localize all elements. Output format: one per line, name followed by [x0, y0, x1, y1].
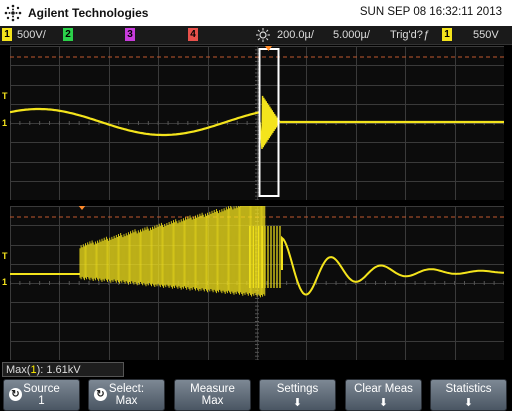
channel-2-indicator[interactable]: 2	[63, 28, 73, 41]
clear-meas-softkey[interactable]: Clear Meas ⬇	[345, 379, 422, 411]
trigger-slope-icon: ƒ	[423, 29, 430, 41]
sun-icon	[256, 28, 270, 42]
statistics-softkey[interactable]: Statistics ⬇	[430, 379, 507, 411]
trigger-level: 550V	[473, 29, 499, 41]
ground-marker-ch1[interactable]: 1	[2, 118, 7, 128]
down-arrow-icon: ⬇	[463, 397, 474, 409]
measurement-readout: Max(1): 1.61kV	[2, 362, 124, 377]
ch1-zoom-ringdown	[281, 235, 504, 296]
measure-label: Measure	[190, 383, 235, 395]
softkey-bar: ↻ Source 1 ↻ Select: Max Measure Max Set…	[0, 379, 512, 411]
header-bar: Agilent Technologies SUN SEP 08 16:32:11…	[0, 0, 512, 26]
trigger-source-indicator: 1	[442, 28, 452, 41]
down-arrow-icon: ⬇	[292, 397, 303, 409]
measure-value: Max	[201, 395, 224, 407]
status-bar: 1 500V/ 2 3 4 200.0µ/ 5.000µ/ Trig'd? ƒ …	[0, 26, 512, 45]
channel-3-indicator[interactable]: 3	[125, 28, 135, 41]
settings-label: Settings	[276, 383, 319, 395]
ch1-waveform	[10, 107, 261, 137]
rotary-knob-icon: ↻	[9, 388, 22, 401]
statistics-label: Statistics	[445, 383, 492, 395]
delay-value: 5.000µ/	[333, 29, 370, 41]
measure-max-softkey[interactable]: Measure Max	[174, 379, 251, 411]
trigger-status: Trig'd?	[390, 29, 423, 41]
main-waveform-pane[interactable]	[10, 46, 504, 200]
clear-meas-label: Clear Meas	[354, 383, 413, 395]
trigger-level-marker[interactable]: T	[2, 91, 8, 101]
agilent-logo-icon	[4, 4, 22, 22]
timebase-scale: 200.0µ/	[277, 29, 314, 41]
ground-marker-ch1-zoom[interactable]: 1	[2, 277, 7, 287]
source-softkey[interactable]: ↻ Source 1	[3, 379, 80, 411]
date-time: SUN SEP 08 16:32:11 2013	[359, 6, 502, 18]
brand-name: Agilent Technologies	[28, 6, 149, 20]
down-arrow-icon: ⬇	[378, 397, 389, 409]
readout-value: ): 1.61kV	[36, 364, 81, 376]
channel-1-indicator[interactable]: 1	[2, 28, 12, 41]
zoom-waveform-pane[interactable]	[10, 206, 504, 360]
channel-1-scale: 500V/	[17, 29, 46, 41]
select-softkey[interactable]: ↻ Select: Max	[88, 379, 165, 411]
oscilloscope-screen: Agilent Technologies SUN SEP 08 16:32:11…	[0, 0, 512, 411]
trigger-level-marker-zoom[interactable]: T	[2, 251, 8, 261]
settings-softkey[interactable]: Settings ⬇	[259, 379, 336, 411]
rotary-knob-icon: ↻	[94, 388, 107, 401]
readout-prefix: Max(	[6, 364, 31, 376]
channel-4-indicator[interactable]: 4	[188, 28, 198, 41]
ch1-burst	[259, 95, 281, 150]
